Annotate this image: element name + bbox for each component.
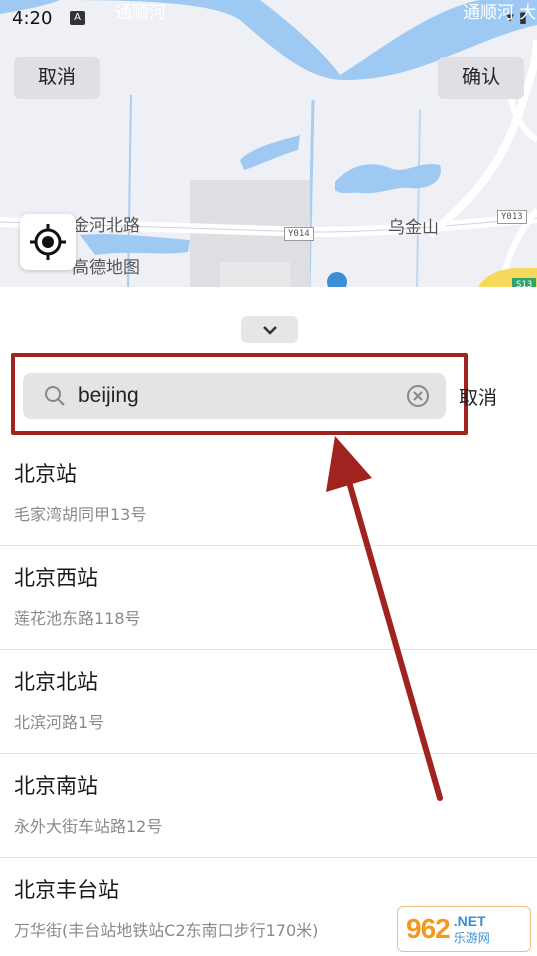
result-address: 永外大街车站路12号 — [14, 817, 163, 836]
map-background — [0, 0, 537, 287]
list-item[interactable]: 北京西站 莲花池东路118号 — [0, 546, 537, 650]
clear-icon[interactable] — [406, 384, 430, 408]
road-badge: Y013 — [497, 210, 527, 224]
notification-a-icon: A — [70, 11, 85, 25]
result-name: 北京北站 — [14, 670, 98, 694]
road-badge: Y014 — [284, 227, 314, 241]
search-panel: 取消 北京站 毛家湾胡同甲13号 北京西站 莲花池东路118号 北京北站 北滨河… — [0, 287, 537, 956]
map-label-river-right: 通顺河 大 — [463, 3, 537, 23]
result-name: 北京西站 — [14, 566, 98, 590]
results-list: 北京站 毛家湾胡同甲13号 北京西站 莲花池东路118号 北京北站 北滨河路1号… — [0, 442, 537, 956]
result-address: 毛家湾胡同甲13号 — [14, 505, 147, 524]
result-name: 北京站 — [14, 462, 77, 486]
search-bar[interactable] — [23, 373, 446, 419]
map-brand-label: 高德地图 — [72, 258, 140, 278]
map-confirm-button[interactable]: 确认 — [437, 57, 524, 99]
search-input[interactable] — [78, 384, 406, 408]
collapse-button[interactable] — [241, 316, 298, 343]
map-label-river: 通顺河 — [115, 3, 166, 23]
crosshair-icon — [30, 224, 66, 260]
map-view[interactable]: 4:20 A ▾ ▮ 通顺河 通顺河 大 金河北路 乌金山 高德地图 Y014 … — [0, 0, 537, 287]
result-address: 万华街(丰台站地铁站C2东南口步行170米) — [14, 921, 319, 940]
watermark-net: .NET — [453, 912, 486, 929]
watermark-site: 乐游网 — [453, 930, 490, 945]
status-time: 4:20 — [12, 8, 53, 29]
search-cancel-button[interactable]: 取消 — [459, 383, 497, 410]
list-item[interactable]: 北京站 毛家湾胡同甲13号 — [0, 442, 537, 546]
map-label-road: 金河北路 — [72, 216, 140, 236]
result-name: 北京丰台站 — [14, 878, 119, 902]
chevron-down-icon — [262, 325, 277, 335]
road-badge: S13 — [512, 278, 537, 287]
list-item[interactable]: 北京北站 北滨河路1号 — [0, 650, 537, 754]
map-label-mountain: 乌金山 — [388, 218, 439, 238]
result-name: 北京南站 — [14, 774, 98, 798]
watermark-number: 962 — [406, 913, 451, 944]
watermark-logo: 962 .NET 乐游网 — [397, 906, 531, 952]
map-cancel-button[interactable]: 取消 — [14, 57, 101, 99]
list-item[interactable]: 北京南站 永外大街车站路12号 — [0, 754, 537, 858]
locate-button[interactable] — [20, 214, 76, 270]
result-address: 莲花池东路118号 — [14, 609, 141, 628]
search-icon — [44, 385, 66, 407]
result-address: 北滨河路1号 — [14, 713, 105, 732]
